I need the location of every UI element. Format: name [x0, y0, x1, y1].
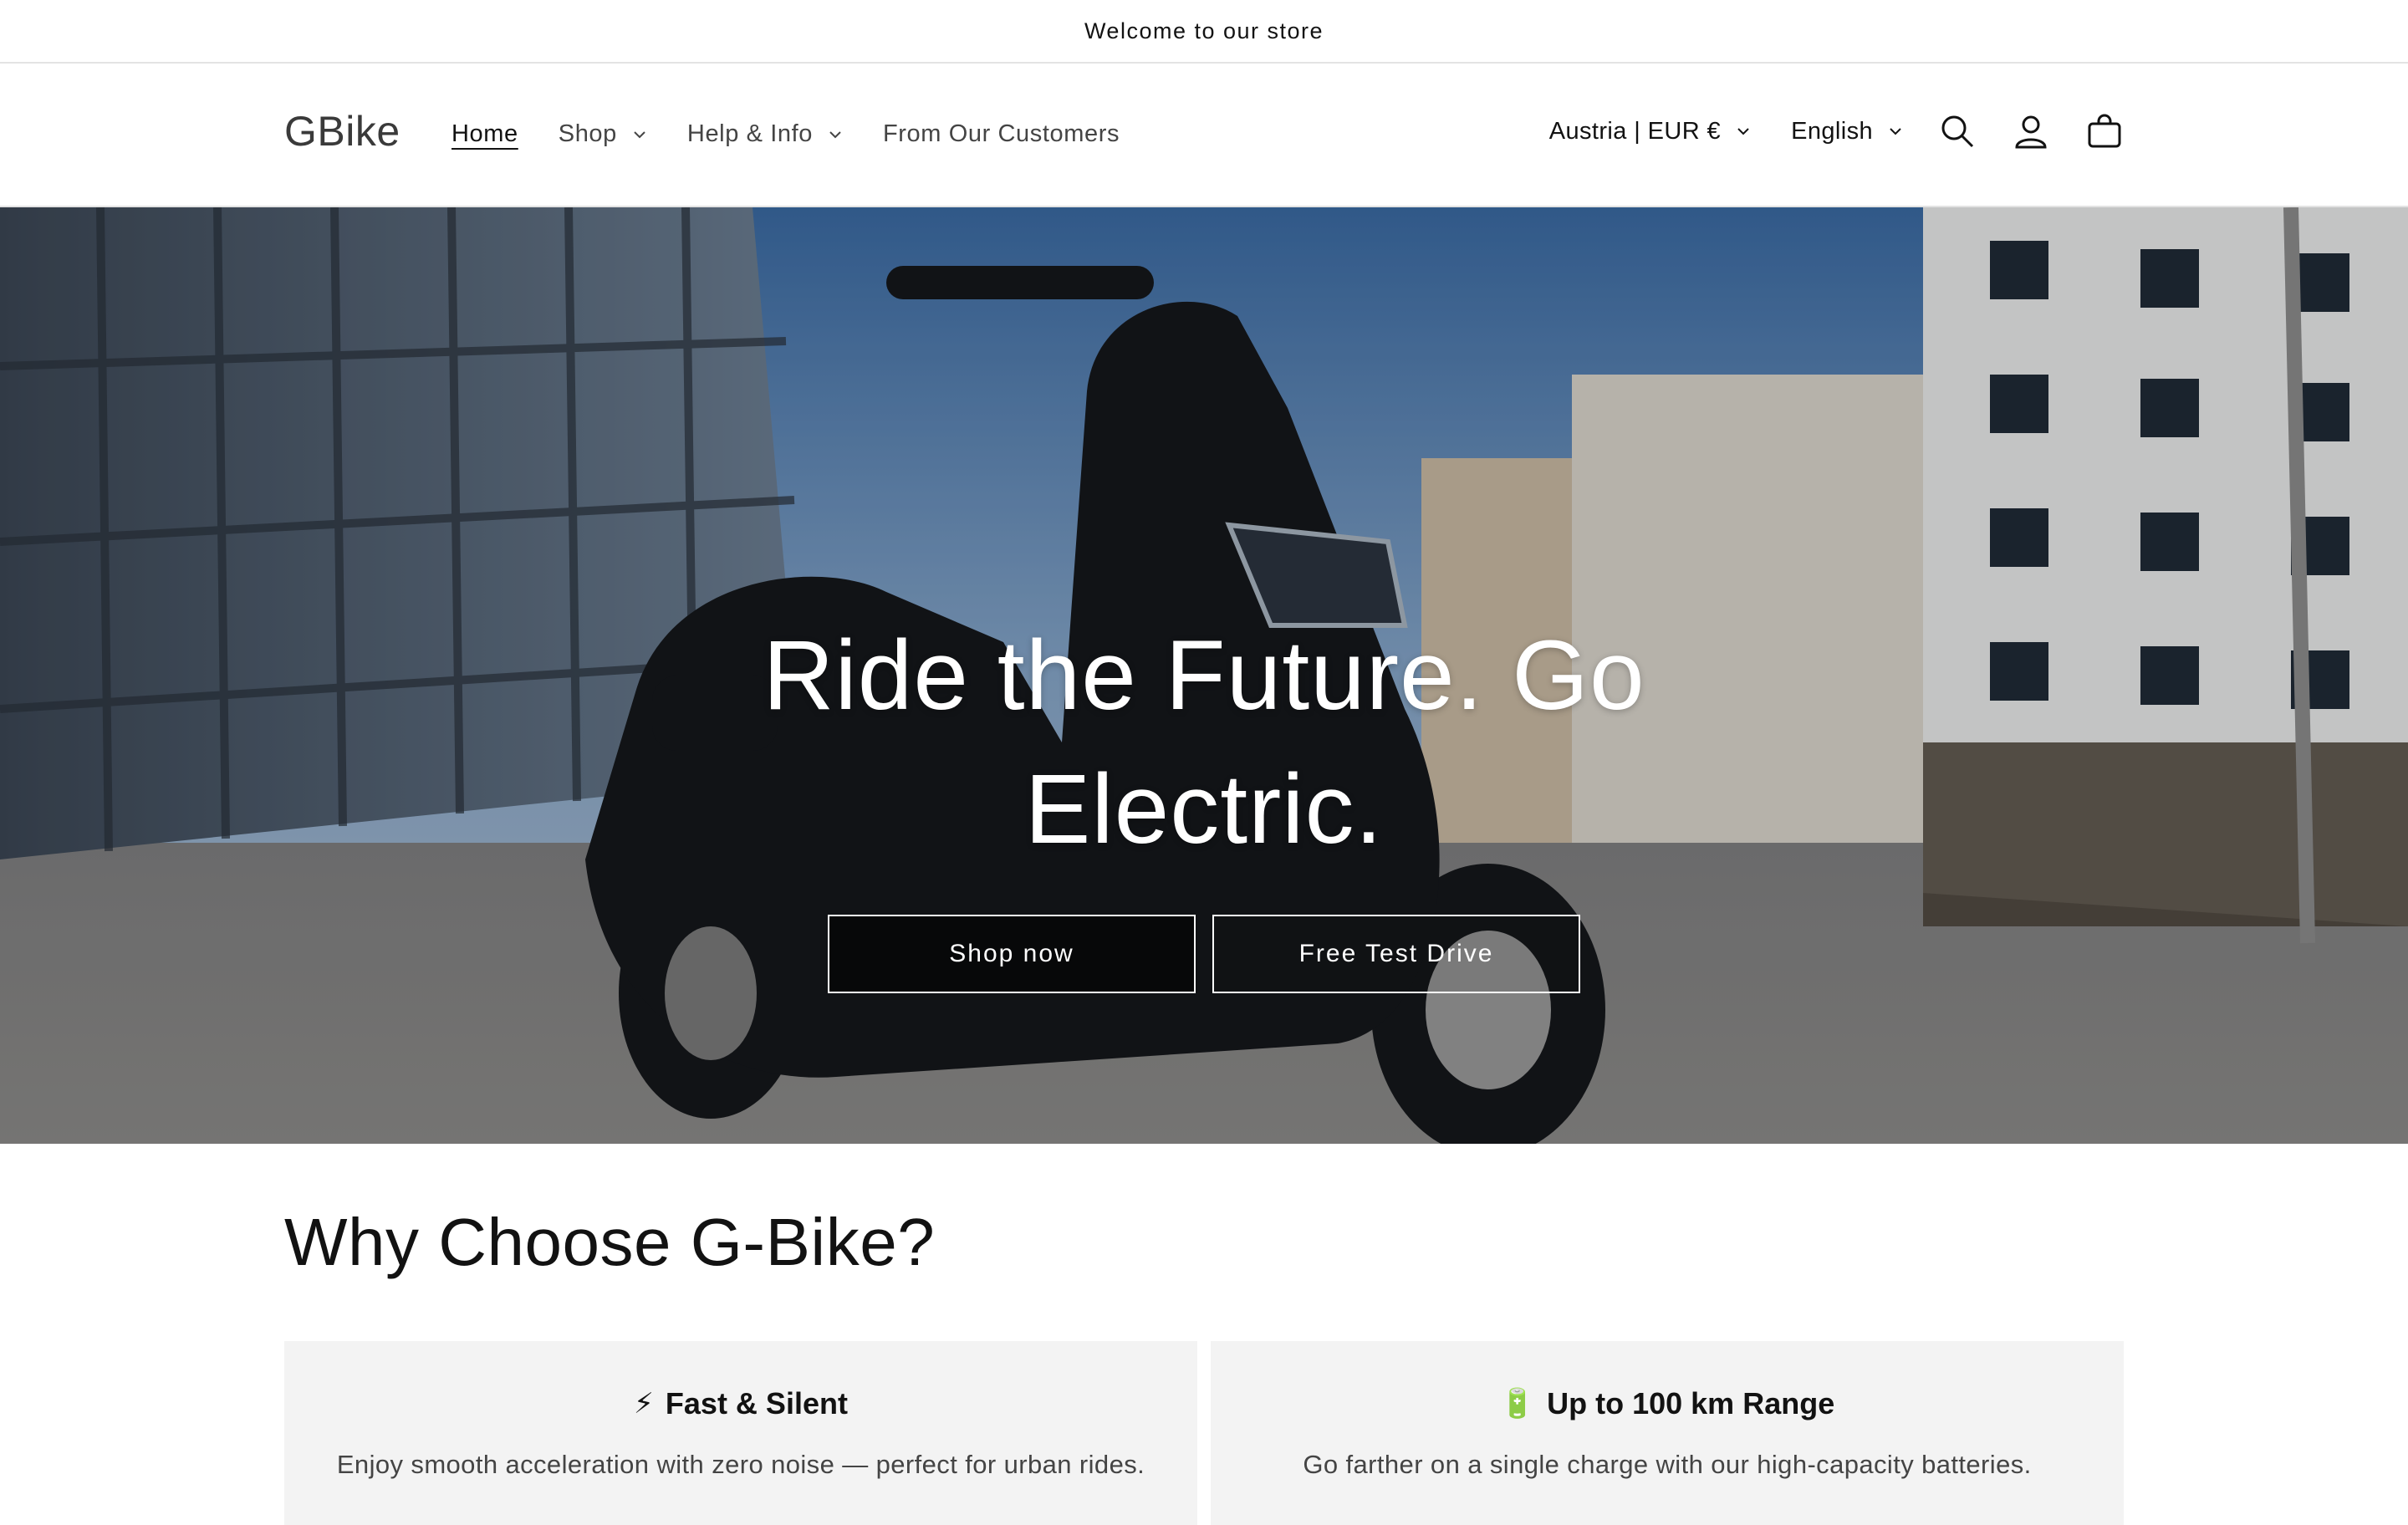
main-nav: Home Shop Help & Info From Our Customers — [452, 120, 1160, 148]
language-label: English — [1791, 117, 1873, 145]
free-test-drive-button[interactable]: Free Test Drive — [1212, 915, 1580, 993]
nav-help-info[interactable]: Help & Info — [687, 120, 843, 148]
language-selector[interactable]: English — [1791, 118, 1903, 145]
feature-card-fast-silent: ⚡ Fast & Silent Enjoy smooth acceleratio… — [284, 1341, 1197, 1525]
shop-now-button[interactable]: Shop now — [828, 915, 1196, 993]
country-currency-label: Austria | EUR € — [1548, 117, 1722, 145]
site-header: GBike Home Shop Help & Info From Our Cus… — [0, 64, 2408, 207]
feature-title-text: Fast & Silent — [665, 1386, 848, 1420]
announcement-bar: Welcome to our store — [0, 0, 2408, 64]
cart-button[interactable] — [2085, 112, 2124, 150]
feature-description: Enjoy smooth acceleration with zero nois… — [336, 1450, 1145, 1479]
nav-customers-label: From Our Customers — [882, 120, 1120, 147]
hero-title: Ride the Future. Go Electric. — [763, 620, 1645, 865]
hero-buttons: Shop now Free Test Drive — [828, 915, 1597, 993]
hero-banner: Ride the Future. Go Electric. Shop now F… — [0, 207, 2408, 1144]
search-icon — [1941, 115, 1974, 148]
chevron-down-icon — [1737, 128, 1749, 135]
feature-card-range: 🔋 Up to 100 km Range Go farther on a sin… — [1211, 1341, 2124, 1525]
chevron-down-icon — [634, 130, 645, 138]
nav-from-our-customers[interactable]: From Our Customers — [883, 120, 1120, 148]
cart-icon — [2088, 114, 2121, 148]
feature-title: ⚡ Fast & Silent — [284, 1386, 1197, 1421]
announcement-text: Welcome to our store — [1084, 18, 1324, 43]
feature-description: Go farther on a single charge with our h… — [1303, 1450, 2032, 1479]
feature-title: 🔋 Up to 100 km Range — [1211, 1386, 2124, 1421]
features-row: ⚡ Fast & Silent Enjoy smooth acceleratio… — [284, 1341, 2137, 1525]
account-icon — [2015, 115, 2047, 149]
nav-home-label: Home — [452, 120, 518, 147]
feature-title-text: Up to 100 km Range — [1547, 1386, 1835, 1420]
chevron-down-icon — [1890, 128, 1901, 135]
lightning-icon: ⚡ — [634, 1388, 654, 1420]
battery-icon: 🔋 — [1499, 1388, 1536, 1420]
search-button[interactable] — [1938, 112, 1977, 150]
nav-home[interactable]: Home — [452, 120, 518, 148]
chevron-down-icon — [829, 130, 841, 138]
nav-shop-label: Shop — [558, 120, 617, 147]
store-logo[interactable]: GBike — [284, 107, 400, 156]
header-utilities: Austria | EUR € English — [1549, 112, 2124, 150]
nav-help-info-label: Help & Info — [686, 120, 813, 147]
country-currency-selector[interactable]: Austria | EUR € — [1549, 118, 1751, 145]
why-choose-heading: Why Choose G-Bike? — [284, 1205, 936, 1279]
account-button[interactable] — [2012, 112, 2050, 150]
nav-shop[interactable]: Shop — [559, 120, 647, 148]
